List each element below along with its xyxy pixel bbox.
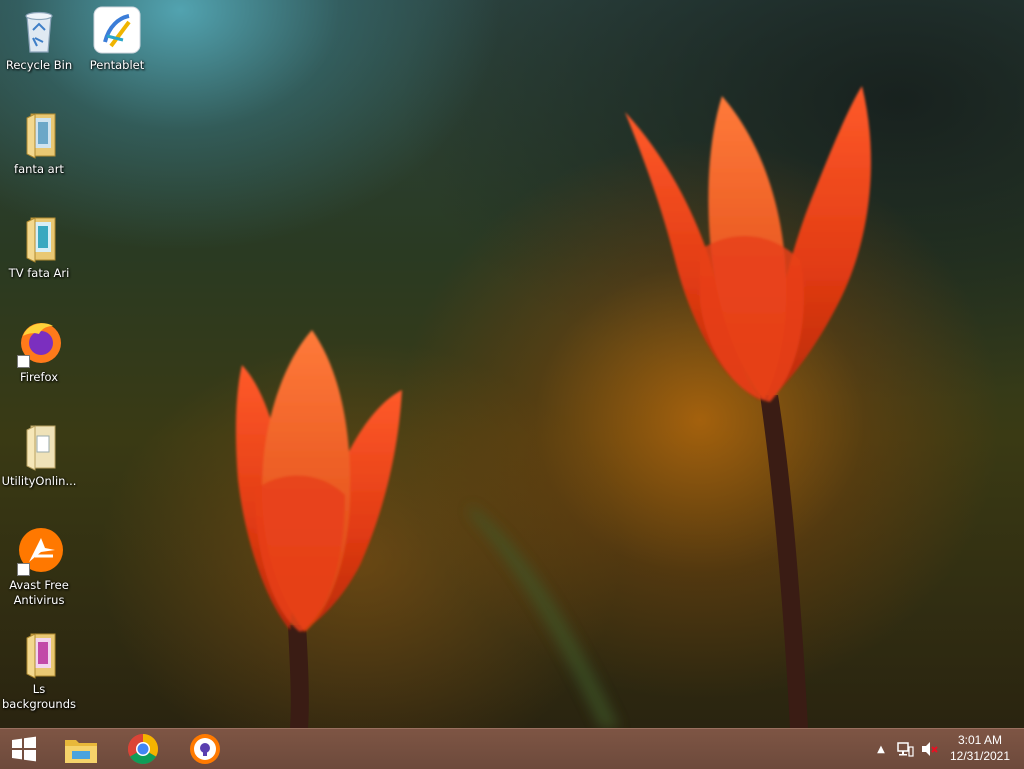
desktop-icon-avast-free-antivirus[interactable]: Avast Free Antivirus	[1, 526, 77, 608]
desktop-icon-label: TV fata Ari	[8, 266, 70, 280]
taskbar-clock[interactable]: 3:01 AM 12/31/2021	[944, 732, 1016, 766]
windows-logo-icon	[12, 736, 36, 762]
taskbar-pin-file-explorer[interactable]	[56, 729, 106, 769]
folder-icon	[15, 422, 63, 472]
desktop-icon-ls-backgrounds[interactable]: Ls backgrounds	[1, 630, 77, 712]
taskbar-pin-avast-secure-browser[interactable]	[180, 729, 230, 769]
taskbar-pin-chrome[interactable]	[118, 729, 168, 769]
avast-secure-browser-icon	[190, 734, 220, 764]
folder-icon	[15, 630, 63, 680]
pentablet-icon	[93, 6, 141, 56]
chrome-icon	[127, 734, 159, 765]
chevron-up-icon: ▲	[877, 743, 885, 755]
show-hidden-icons-button[interactable]: ▲	[872, 729, 890, 769]
desktop-icon-label: Recycle Bin	[5, 58, 73, 72]
clock-date: 12/31/2021	[949, 749, 1011, 763]
firefox-icon	[15, 318, 63, 368]
start-button[interactable]	[0, 729, 48, 769]
network-tray-button[interactable]	[894, 729, 916, 769]
desktop-icon-label: Pentablet	[89, 58, 145, 72]
folder-icon	[15, 214, 63, 264]
volume-muted-icon	[922, 742, 938, 756]
desktop-icon-label: UtilityOnlin...	[1, 474, 77, 488]
shortcut-arrow-icon	[17, 563, 30, 576]
desktop-icon-recycle-bin[interactable]: Recycle Bin	[1, 6, 77, 73]
desktop-icon-fanta-art[interactable]: fanta art	[1, 110, 77, 177]
tulips-illustration	[235, 86, 871, 728]
taskbar: ▲ 3:01 AM 12/31/2021	[0, 728, 1024, 769]
desktop-icon-label: Firefox	[19, 370, 59, 384]
desktop-icon-pentablet[interactable]: Pentablet	[79, 6, 155, 73]
volume-tray-button[interactable]	[918, 729, 942, 769]
desktop-icon-firefox[interactable]: Firefox	[1, 318, 77, 385]
desktop-icon-label: fanta art	[14, 162, 64, 176]
network-icon	[897, 742, 914, 757]
recycle-bin-icon	[15, 6, 63, 56]
folder-icon	[15, 110, 63, 160]
file-explorer-icon	[65, 740, 97, 763]
desktop-wallpaper	[0, 0, 1024, 728]
avast-icon	[15, 526, 63, 576]
shortcut-arrow-icon	[17, 355, 30, 368]
desktop-icon-tv-fata-ari[interactable]: TV fata Ari	[1, 214, 77, 281]
desktop-icon-label: Ls backgrounds	[1, 682, 76, 711]
desktop-icon-utilityonline[interactable]: UtilityOnlin...	[1, 422, 77, 489]
desktop-icon-label: Avast Free Antivirus	[9, 578, 69, 607]
clock-time: 3:01 AM	[957, 733, 1003, 747]
